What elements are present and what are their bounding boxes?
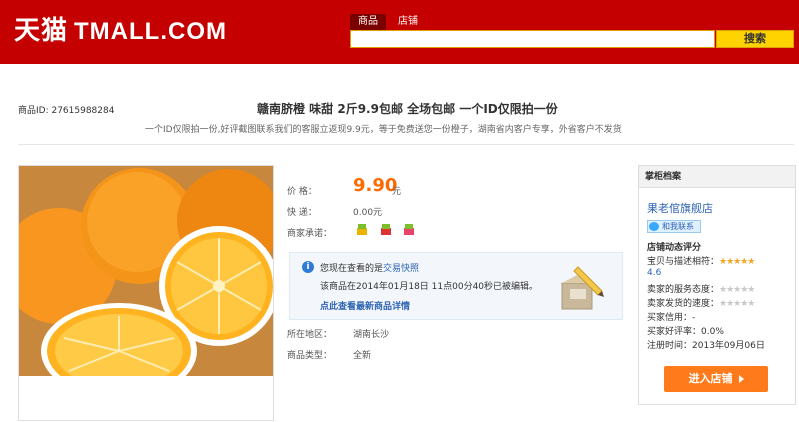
dynamic-score-title: 店铺动态评分 — [647, 243, 702, 253]
good-rate-row: 买家好评率：0.0% — [647, 324, 724, 337]
credit-label: 买家信用： — [647, 313, 693, 323]
panel-heading: 掌柜档案 — [639, 166, 795, 188]
promise-icon-2[interactable] — [379, 222, 393, 236]
price-unit: 元 — [392, 187, 402, 197]
site-header: 天猫 TMALL.COM 商品 店铺 搜索 — [0, 0, 799, 64]
promise-icon-1[interactable] — [355, 222, 369, 236]
arrow-right-icon — [738, 375, 744, 383]
region-value: 湖南长沙 — [353, 330, 390, 340]
promise-label: 商家承诺： — [287, 229, 333, 239]
notice-line1: 您现在查看的是交易快照 — [320, 261, 419, 274]
search-input[interactable] — [350, 30, 715, 48]
service-row: 卖家的服务态度：★★★★★ — [647, 282, 755, 295]
enter-shop-label: 进入店铺 — [688, 372, 733, 385]
product-id: 商品ID: 27615988284 — [18, 106, 115, 116]
product-subtitle: 一个ID仅限拍一份,好评截图联系我们的客服立返现9.9元，等于免费送您一份橙子，… — [145, 125, 622, 135]
credit-value: - — [692, 313, 696, 323]
service-label: 卖家的服务态度： — [647, 285, 720, 295]
logo-en: TMALL.COM — [74, 18, 227, 45]
rating-stars-gold: ★★★★★ — [719, 257, 755, 267]
register-label: 注册时间： — [647, 341, 693, 351]
desc-match-row: 宝贝与描述相符：★★★★★ — [647, 254, 755, 267]
credit-row: 买家信用：- — [647, 310, 695, 323]
notice-prefix: 您现在查看的是 — [320, 264, 384, 274]
search-tabs: 商品 店铺 — [350, 14, 430, 30]
search-button[interactable]: 搜索 — [716, 30, 794, 48]
shipping-label: 快 递： — [287, 208, 317, 218]
good-rate-value: 0.0% — [701, 327, 724, 337]
tab-shop[interactable]: 店铺 — [390, 14, 426, 30]
promise-icon-3[interactable] — [402, 222, 416, 236]
rating-stars-gray: ★★★★★ — [719, 285, 755, 295]
tmall-logo[interactable]: 天猫 TMALL.COM — [14, 14, 227, 49]
rating-stars-gray: ★★★★★ — [719, 299, 755, 309]
delivery-row: 卖家发货的速度：★★★★★ — [647, 296, 755, 309]
product-title: 赣南脐橙 味甜 2斤9.9包邮 全场包邮 一个ID仅限拍一份 — [257, 102, 558, 116]
shop-name-link[interactable]: 果老倌旗舰店 — [647, 200, 713, 216]
shipping-value: 0.00元 — [353, 208, 383, 218]
desc-match-score: 4.6 — [647, 268, 662, 278]
type-value: 全新 — [353, 351, 372, 361]
promise-icons — [355, 222, 422, 239]
edit-pencil-icon — [561, 266, 604, 310]
contact-label: 和我联系 — [662, 222, 694, 231]
good-rate-label: 买家好评率： — [647, 327, 702, 337]
price-label: 价 格： — [287, 187, 317, 197]
register-row: 注册时间：2013年09月06日 — [647, 338, 765, 351]
enter-shop-button[interactable]: 进入店铺 — [664, 366, 768, 392]
register-value: 2013年09月06日 — [692, 341, 765, 351]
region-label: 所在地区： — [287, 330, 333, 340]
notice-line2: 该商品在2014年01月18日 11点00分40秒已被编辑。 — [320, 282, 539, 292]
product-image[interactable] — [19, 166, 273, 376]
wangwang-icon — [649, 222, 659, 231]
price-value: 9.90 — [353, 175, 398, 196]
logo-cn: 天猫 — [14, 16, 69, 46]
info-icon: i — [302, 261, 314, 273]
delivery-label: 卖家发货的速度： — [647, 299, 720, 309]
divider — [18, 144, 794, 145]
latest-details-link[interactable]: 点此查看最新商品详情 — [320, 299, 410, 312]
tab-product[interactable]: 商品 — [350, 14, 386, 30]
desc-match-label: 宝贝与描述相符： — [647, 257, 720, 267]
contact-button[interactable]: 和我联系 — [647, 220, 701, 233]
snapshot-notice: i 您现在查看的是交易快照 该商品在2014年01月18日 11点00分40秒已… — [289, 252, 623, 320]
snapshot-link[interactable]: 交易快照 — [383, 264, 419, 274]
type-label: 商品类型： — [287, 351, 333, 361]
